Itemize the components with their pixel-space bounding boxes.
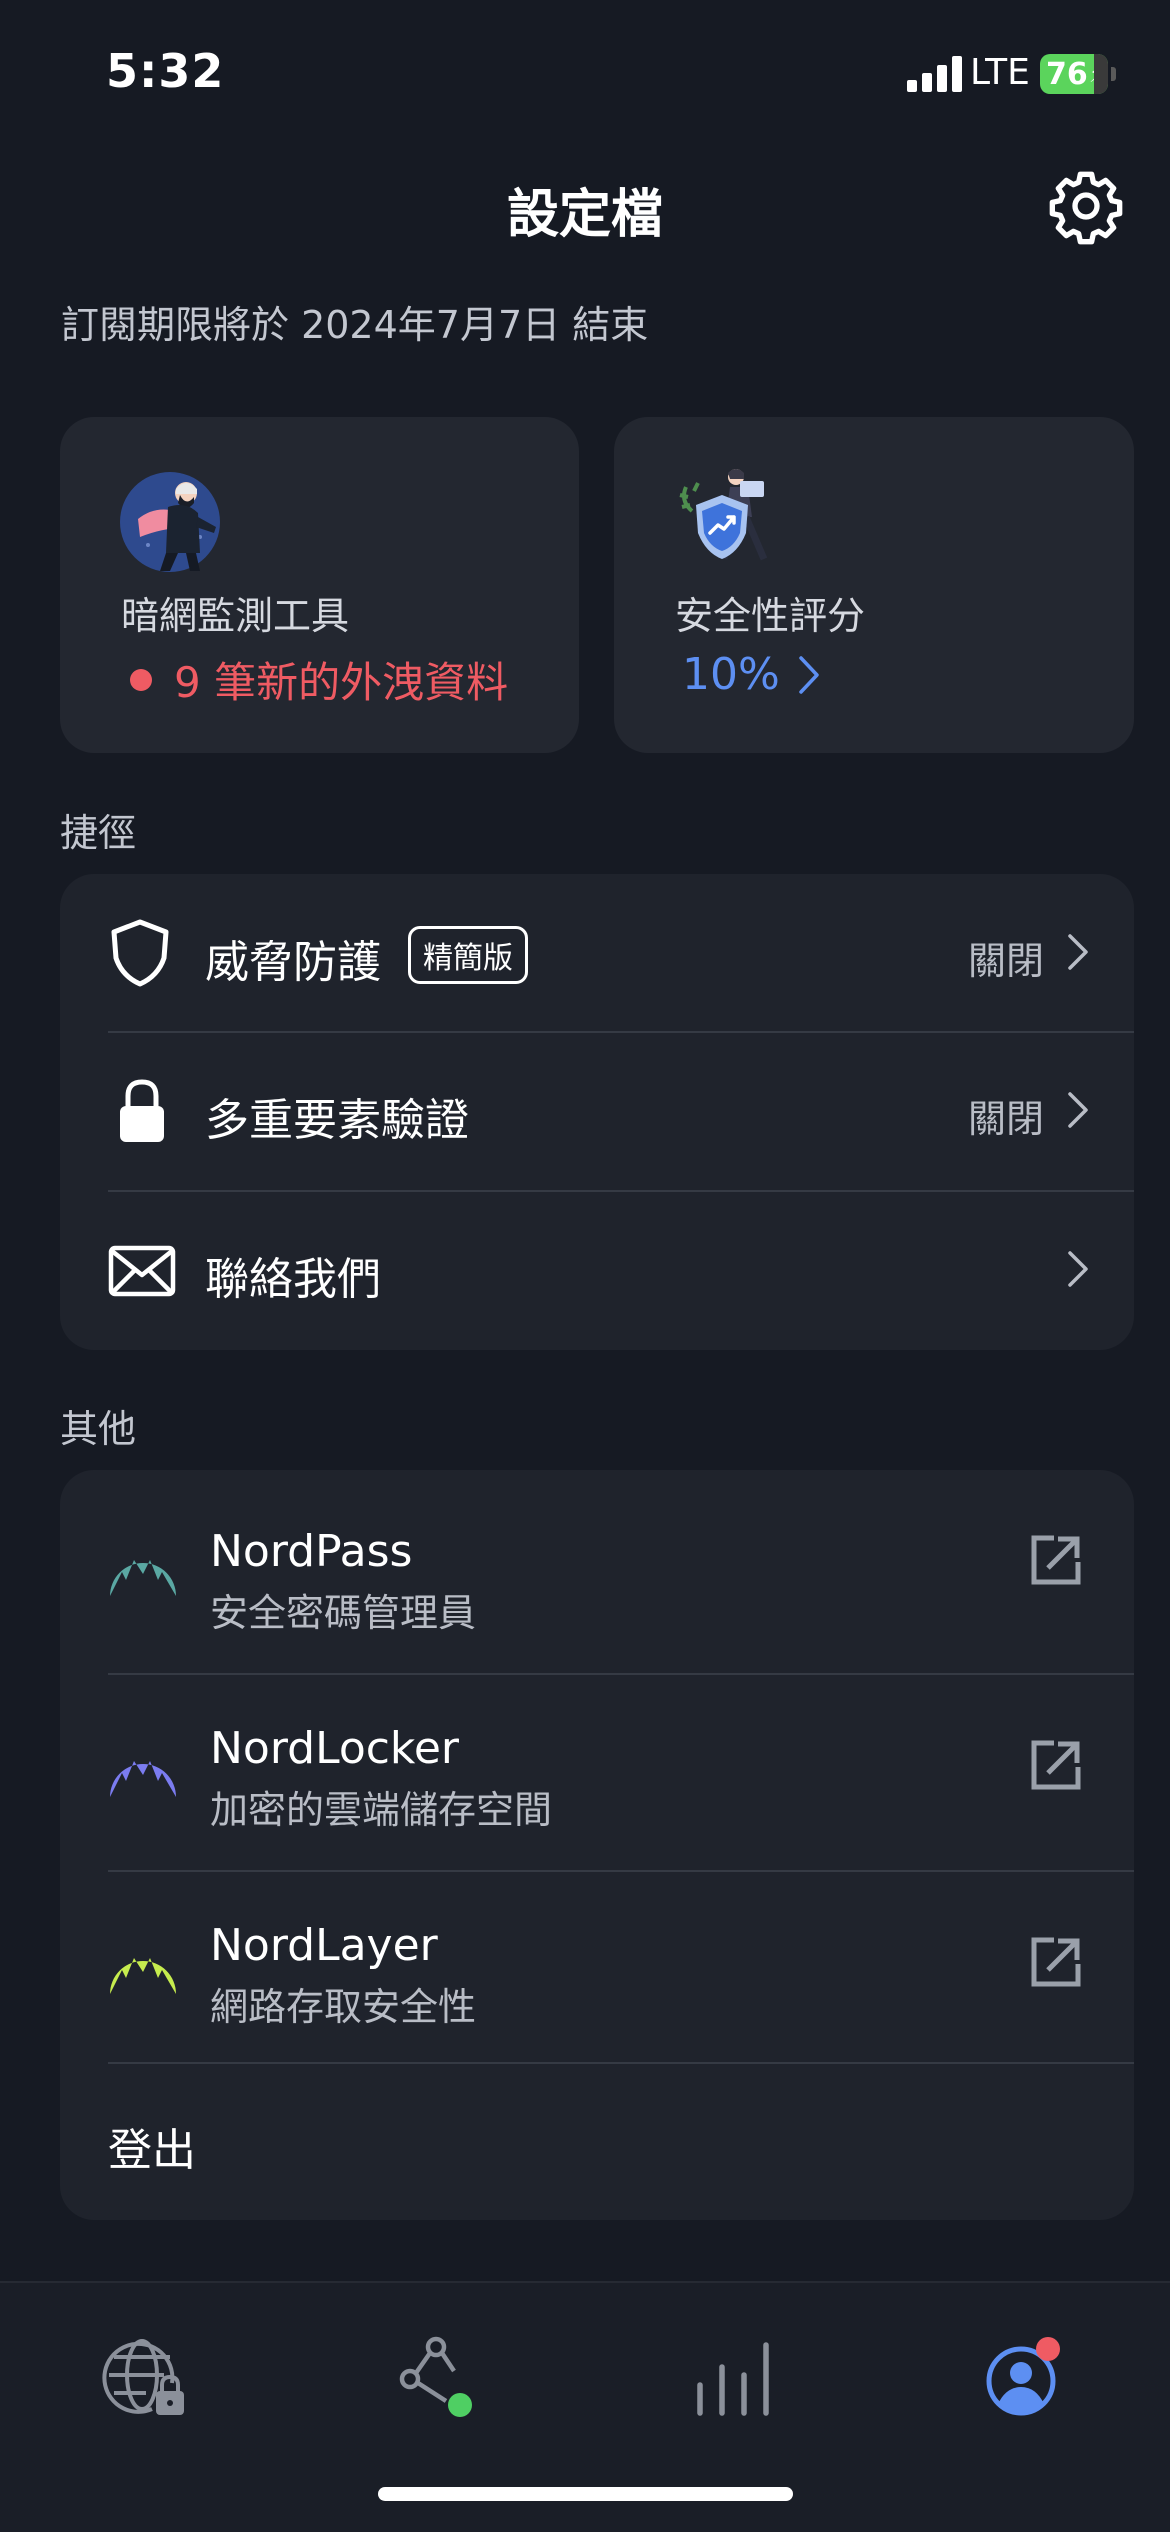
battery-level: 76 [1046,56,1088,92]
dark-web-label: 暗網監測工具 [121,594,350,638]
hacker-illustration-icon [120,467,230,577]
contact-us-label: 聯絡我們 [205,1254,381,1305]
nordpass-row[interactable]: NordPass 安全密碼管理員 [60,1470,1134,1674]
nordlayer-row[interactable]: NordLayer 網路存取安全性 [60,1872,1134,2062]
meshnet-icon[interactable] [390,2333,480,2423]
settings-button[interactable] [1046,166,1126,246]
nordlayer-desc: 網路存取安全性 [210,1985,477,2029]
threat-protection-label: 威脅防護 [205,937,381,988]
logout-label: 登出 [108,2125,196,2176]
nordlayer-name: NordLayer [210,1920,438,1971]
other-list: NordPass 安全密碼管理員 NordLocker 加密的雲端儲存空間 No… [60,1470,1134,2220]
status-bar: 5:32 LTE 76⚡ [0,0,1170,150]
nordlocker-name: NordLocker [210,1723,460,1774]
shield-icon [111,919,169,987]
mfa-status: 關閉 [967,1097,1044,1141]
shortcuts-section-title: 捷徑 [60,811,137,855]
threat-protection-row[interactable]: 威脅防護 精簡版 關閉 [60,874,1134,1032]
dark-web-monitor-card[interactable]: 暗網監測工具 9 筆新的外洩資料 [60,417,579,753]
lite-badge: 精簡版 [408,926,528,984]
chevron-right-icon [799,655,819,694]
gear-icon [1049,171,1123,245]
security-shield-illustration-icon [674,467,784,577]
mfa-label: 多重要素驗證 [205,1095,469,1146]
nordlayer-logo-icon [110,1958,176,1994]
contact-us-row[interactable]: 聯絡我們 [60,1191,1134,1350]
external-link-icon[interactable] [1028,1737,1084,1793]
logout-row[interactable]: 登出 [60,2064,1134,2220]
home-indicator[interactable] [378,2487,793,2501]
security-score-card[interactable]: 安全性評分 10% [614,417,1134,753]
subscription-end-text: 訂閱期限將於 2024年7月7日 結束 [61,303,649,347]
shortcuts-list: 威脅防護 精簡版 關閉 多重要素驗證 關閉 聯絡我們 [60,874,1134,1350]
page-title: 設定檔 [506,185,663,245]
external-link-icon[interactable] [1028,1934,1084,1990]
other-section-title: 其他 [60,1407,137,1451]
nordpass-desc: 安全密碼管理員 [210,1591,477,1635]
chevron-right-icon [1068,934,1088,970]
nordlocker-logo-icon [110,1761,176,1797]
nordpass-name: NordPass [210,1526,413,1577]
external-link-icon[interactable] [1028,1532,1084,1588]
security-score-label: 安全性評分 [675,594,866,638]
chevron-right-icon [1068,1092,1088,1128]
breach-alert-text: 9 筆新的外洩資料 [174,658,509,707]
nordlocker-desc: 加密的雲端儲存空間 [210,1788,553,1832]
nordpass-logo-icon [110,1560,176,1596]
mail-icon [108,1245,176,1297]
network-type: LTE [970,52,1030,93]
stats-icon[interactable] [686,2333,776,2423]
security-score-percent: 10% [682,649,780,700]
globe-lock-icon[interactable] [102,2333,192,2423]
breach-alert: 9 筆新的外洩資料 [130,649,508,710]
status-time: 5:32 [106,44,225,98]
battery-icon: 76⚡ [1040,54,1116,94]
lock-icon [120,1079,164,1142]
profile-icon[interactable] [976,2333,1066,2423]
security-score-value: 10% [682,649,820,700]
nordlocker-row[interactable]: NordLocker 加密的雲端儲存空間 [60,1675,1134,1871]
signal-icon [907,56,963,92]
alert-dot-icon [130,668,152,691]
mfa-row[interactable]: 多重要素驗證 關閉 [60,1032,1134,1190]
chevron-right-icon [1068,1251,1088,1287]
threat-protection-status: 關閉 [967,939,1044,983]
